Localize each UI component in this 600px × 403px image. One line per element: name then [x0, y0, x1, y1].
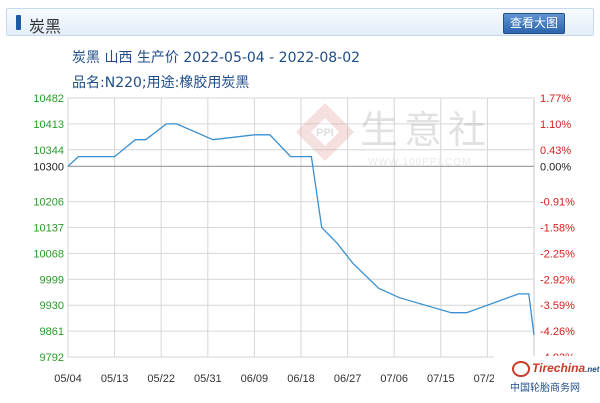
left-axis-tick-label: 9792 — [40, 352, 64, 364]
x-axis-tick-label: 05/13 — [101, 373, 129, 385]
right-axis-tick-label: -1.58% — [540, 223, 575, 235]
tirechina-site-name: 中国轮胎商务网 — [510, 381, 580, 394]
left-axis-tick-label: 10482 — [33, 93, 64, 105]
x-axis-labels: 05/04 05/13 05/22 05/31 06/09 06/18 06/27 07/06… — [54, 373, 501, 385]
left-axis-tick-label: 9861 — [40, 326, 64, 338]
right-axis-labels: 1.77% 1.10% 0.43% 0.00% -0.91% -1.58% -2.25% -2… — [540, 93, 575, 364]
left-axis-tick-label: 10206 — [33, 197, 64, 209]
right-axis-tick-label: 1.10% — [540, 119, 571, 131]
left-axis-tick-label: 10137 — [33, 223, 64, 235]
watermark-logo-text: PPI — [316, 127, 334, 139]
right-axis-tick-label: 1.77% — [540, 93, 571, 105]
x-axis-tick-label: 05/04 — [54, 373, 82, 385]
left-axis-tick-label: 9999 — [40, 274, 64, 286]
x-axis-tick-label: 07/06 — [380, 373, 408, 385]
right-axis-tick-label: -2.25% — [540, 248, 575, 260]
right-axis-tick-label: 0.43% — [540, 145, 571, 157]
right-axis-tick-label: -2.92% — [540, 274, 575, 286]
left-axis-tick-label: 9930 — [40, 300, 64, 312]
x-axis-tick-label: 06/27 — [334, 373, 362, 385]
right-axis-tick-label: -3.59% — [540, 300, 575, 312]
x-axis-tick-label: 06/18 — [287, 373, 315, 385]
left-axis-tick-label: 10344 — [33, 145, 64, 157]
price-line-chart: PPI 生意社 WWW.100PPI.COM 10482104131034410… — [33, 93, 600, 396]
left-axis-tick-label: 10413 — [33, 119, 64, 131]
left-axis-tick-label: 10068 — [33, 248, 64, 260]
watermark: PPI 生意社 WWW.100PPI.COM — [296, 103, 492, 168]
x-axis-tick-label: 05/22 — [147, 373, 175, 385]
left-axis-labels: 10482 10413 10344 10300 10206 10137 10068 9999 9… — [33, 93, 64, 364]
watermark-company-text: 生意社 — [360, 108, 492, 152]
left-axis-tick-label: 10300 — [33, 161, 64, 173]
right-axis-tick-label: -0.91% — [540, 197, 575, 209]
x-axis-tick-label: 05/31 — [194, 373, 222, 385]
x-axis-tick-label: 07/15 — [427, 373, 455, 385]
right-axis-tick-label: -4.26% — [540, 326, 575, 338]
tirechina-corner-logo: Tirechina.net 中国轮胎商务网 — [494, 356, 600, 396]
right-axis-tick-label: 0.00% — [540, 161, 571, 173]
x-axis-tick-label: 06/09 — [241, 373, 269, 385]
